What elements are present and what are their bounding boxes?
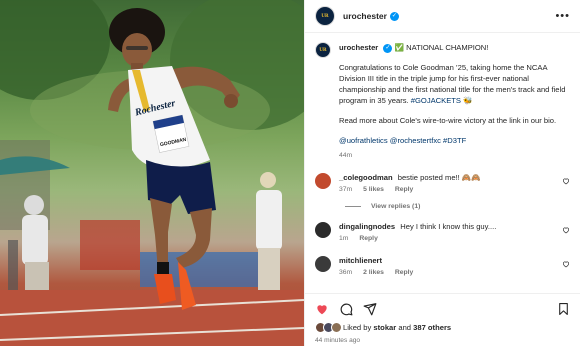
comment-likes[interactable]: 2 likes <box>363 269 384 276</box>
liked-by-conj: and <box>398 323 412 332</box>
post-timestamp: 44 minutes ago <box>315 337 361 344</box>
like-comment-heart-icon[interactable] <box>562 177 570 185</box>
bee-emoji: 🐝 <box>463 96 473 105</box>
account-avatar[interactable]: UR <box>315 6 335 26</box>
caption-paragraph-2: Read more about Cole's wire-to-wire vict… <box>339 116 557 125</box>
heart-filled-icon[interactable] <box>315 302 329 316</box>
bookmark-icon[interactable] <box>557 302 570 316</box>
comment-avatar[interactable] <box>315 173 331 189</box>
liker-avatars[interactable] <box>315 322 342 333</box>
comment-time: 36m <box>339 269 353 276</box>
comment-avatar[interactable] <box>315 222 331 238</box>
comment-username[interactable]: mitchlienert <box>339 256 382 265</box>
more-options-icon[interactable]: ••• <box>555 10 570 22</box>
comment-icon[interactable] <box>339 302 353 316</box>
comment-username[interactable]: _colegoodman <box>339 173 393 182</box>
caption-tags[interactable]: @uofrathletics @rochestertfxc #D3TF <box>339 135 570 146</box>
checkmark-emoji: ✅ <box>394 43 404 52</box>
post-header: UR urochester ✓ ••• <box>305 0 580 33</box>
reply-button[interactable]: Reply <box>359 235 378 242</box>
caption-time: 44m <box>339 152 353 159</box>
comment-time: 37m <box>339 186 353 193</box>
like-comment-heart-icon[interactable] <box>562 226 570 234</box>
comment-item: dingalingnodes Hey I think I know this g… <box>315 222 570 244</box>
comment-item: mitchlienert 36m 2 likes Reply <box>315 256 570 278</box>
comment-likes[interactable]: 5 likes <box>363 186 384 193</box>
hashtag-gojackets[interactable]: #GOJACKETS <box>411 96 461 105</box>
account-username[interactable]: urochester <box>343 11 387 21</box>
caption-username[interactable]: urochester <box>339 43 378 52</box>
caption-avatar-initials: UR <box>319 47 327 53</box>
liked-by-others[interactable]: 387 others <box>413 323 451 332</box>
comment-text: Hey I think I know this guy.... <box>400 222 497 231</box>
liked-by-user[interactable]: stokar <box>373 323 396 332</box>
reply-button[interactable]: Reply <box>395 269 414 276</box>
verified-badge-icon: ✓ <box>389 11 399 21</box>
caption-headline: NATIONAL CHAMPION! <box>406 43 489 52</box>
comment-username[interactable]: dingalingnodes <box>339 222 395 231</box>
liked-by-label: Liked by <box>343 323 372 332</box>
post-photo[interactable]: Rochester GOODMAN <box>0 0 304 346</box>
view-replies-label: View replies (1) <box>371 203 421 210</box>
post-actions: Liked by stokar and 387 others 44 minute… <box>305 293 580 346</box>
caption: UR urochester ✓ ✅ NATIONAL CHAMPION! Con… <box>315 42 570 161</box>
caption-body: urochester ✓ ✅ NATIONAL CHAMPION! Congra… <box>339 42 570 161</box>
instagram-post: Rochester GOODMAN UR urochester ✓ ••• UR… <box>0 0 580 346</box>
likes-summary: Liked by stokar and 387 others <box>315 322 570 333</box>
avatar-initials: UR <box>321 13 329 19</box>
reply-button[interactable]: Reply <box>395 186 414 193</box>
caption-verified-icon: ✓ <box>383 43 393 53</box>
post-side-panel: UR urochester ✓ ••• UR urochester ✓ ✅ NA… <box>304 0 580 346</box>
action-icons <box>315 299 570 319</box>
like-comment-heart-icon[interactable] <box>562 260 570 268</box>
view-replies-button[interactable]: View replies (1) <box>345 203 570 210</box>
comment-time: 1m <box>339 235 349 242</box>
comment-avatar[interactable] <box>315 256 331 272</box>
caption-avatar[interactable]: UR <box>315 42 331 58</box>
comment-item: _colegoodman bestie posted me!! 🙈🙈 37m 5… <box>315 173 570 195</box>
athlete-photo-illustration: Rochester GOODMAN <box>0 0 304 346</box>
comments-scroll-area[interactable]: UR urochester ✓ ✅ NATIONAL CHAMPION! Con… <box>305 33 580 293</box>
share-icon[interactable] <box>363 302 377 316</box>
view-replies-line <box>345 206 361 207</box>
comment-text: bestie posted me!! 🙈🙈 <box>397 173 481 182</box>
liker-avatar <box>331 322 342 333</box>
